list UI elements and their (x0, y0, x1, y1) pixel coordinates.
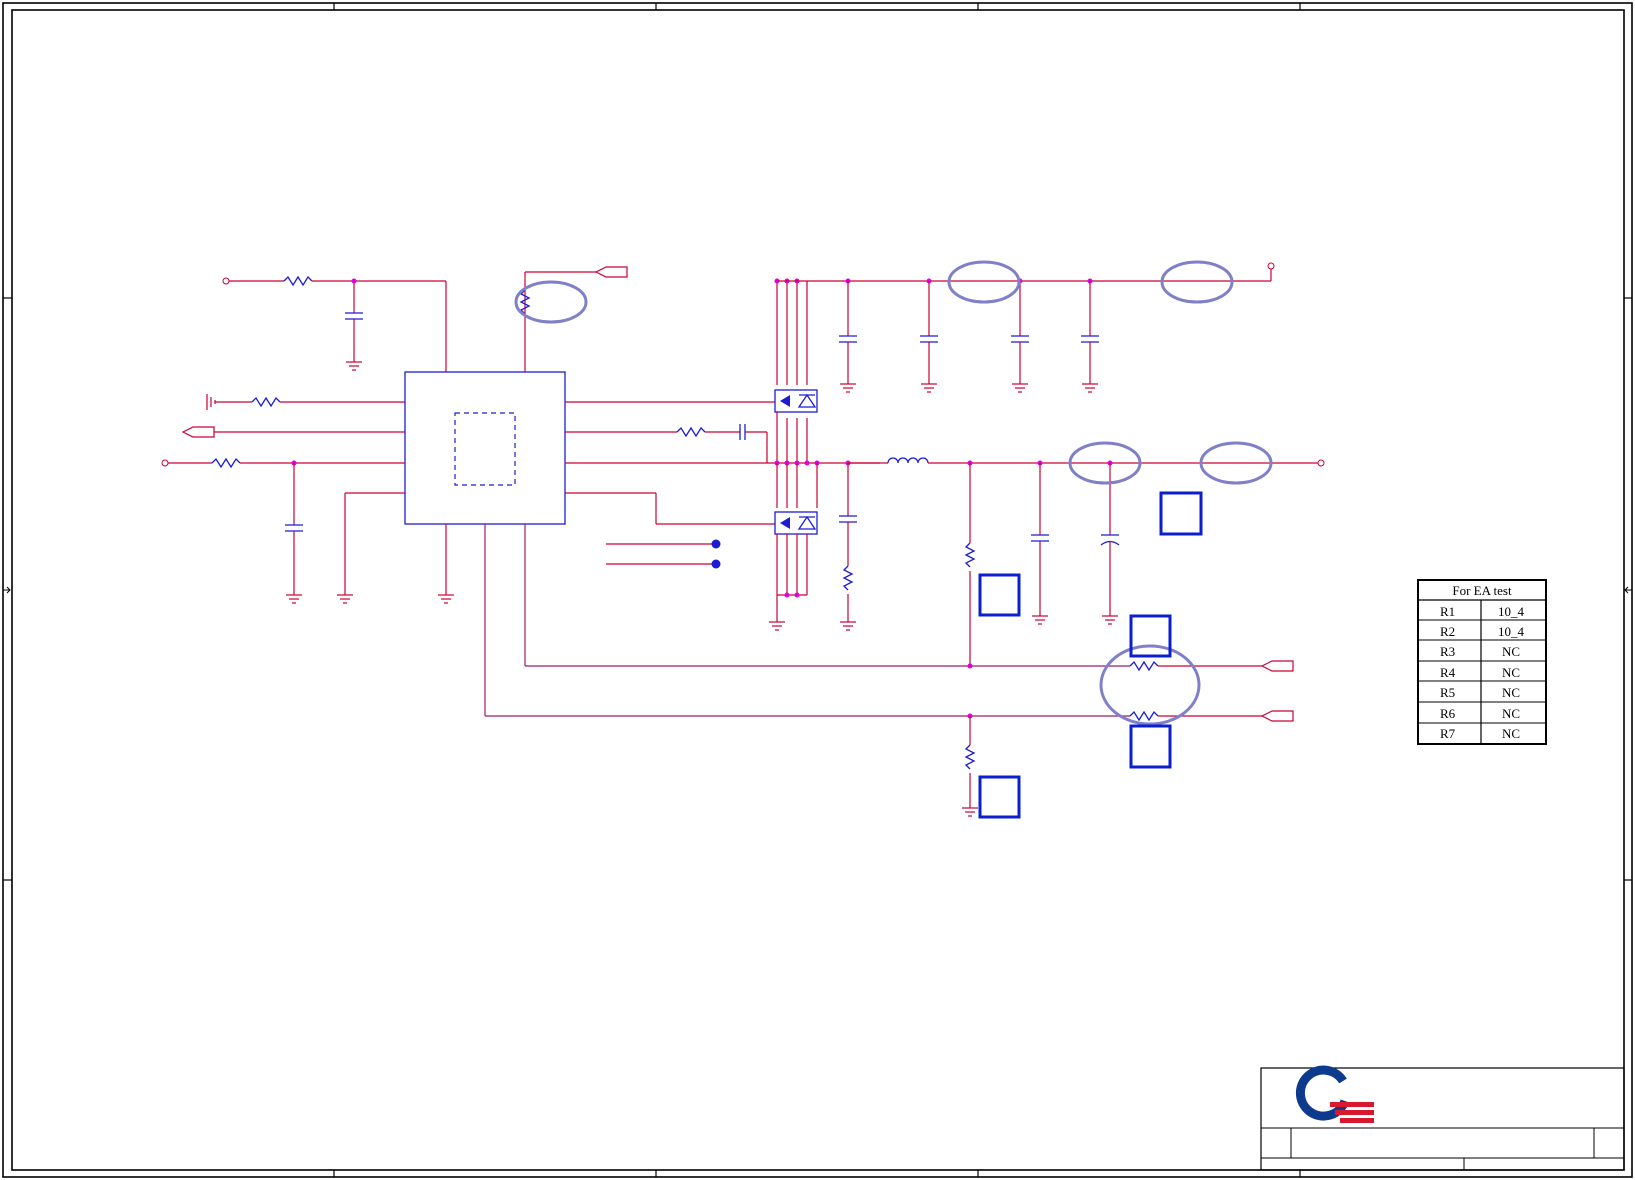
ea-row-ref: R6 (1440, 706, 1456, 721)
ea-row-ref: R4 (1440, 665, 1456, 680)
ea-row-value: NC (1502, 644, 1520, 659)
ea-row-value: NC (1502, 665, 1520, 680)
high-side-mosfet (774, 278, 820, 466)
input-rc-filter (222, 275, 447, 372)
feedback-nets (484, 524, 1294, 817)
low-side-mosfet (769, 463, 818, 631)
company-logo (1295, 1065, 1374, 1123)
ea-row-value: 10_4 (1498, 604, 1525, 619)
schematic-sheet: For EA test R1 10_4 R2 10_4 R3 NC R4 NC … (2, 2, 1633, 1178)
marker-boxes (978, 491, 1203, 819)
output-stage (848, 441, 1325, 666)
left-inputs (161, 394, 454, 604)
ea-row-ref: R5 (1440, 685, 1455, 700)
title-block (1260, 1065, 1625, 1171)
input-rail (777, 260, 1275, 393)
gate-drive-nets (565, 401, 880, 569)
ea-row-value: NC (1502, 726, 1520, 741)
snubber (839, 460, 857, 631)
controller-ic (404, 371, 566, 525)
ea-row-ref: R1 (1440, 604, 1455, 619)
ea-row-value: 10_4 (1498, 624, 1525, 639)
ea-row-value: NC (1502, 685, 1520, 700)
ea-row-value: NC (1502, 706, 1520, 721)
top-sense-resistor (514, 266, 628, 372)
ea-row-ref: R7 (1440, 726, 1456, 741)
drawing-frame (2, 2, 1633, 1178)
ea-row-ref: R3 (1440, 644, 1455, 659)
ea-row-ref: R2 (1440, 624, 1455, 639)
ea-table-title: For EA test (1452, 583, 1512, 598)
ea-test-table: For EA test R1 10_4 R2 10_4 R3 NC R4 NC … (1417, 579, 1547, 745)
